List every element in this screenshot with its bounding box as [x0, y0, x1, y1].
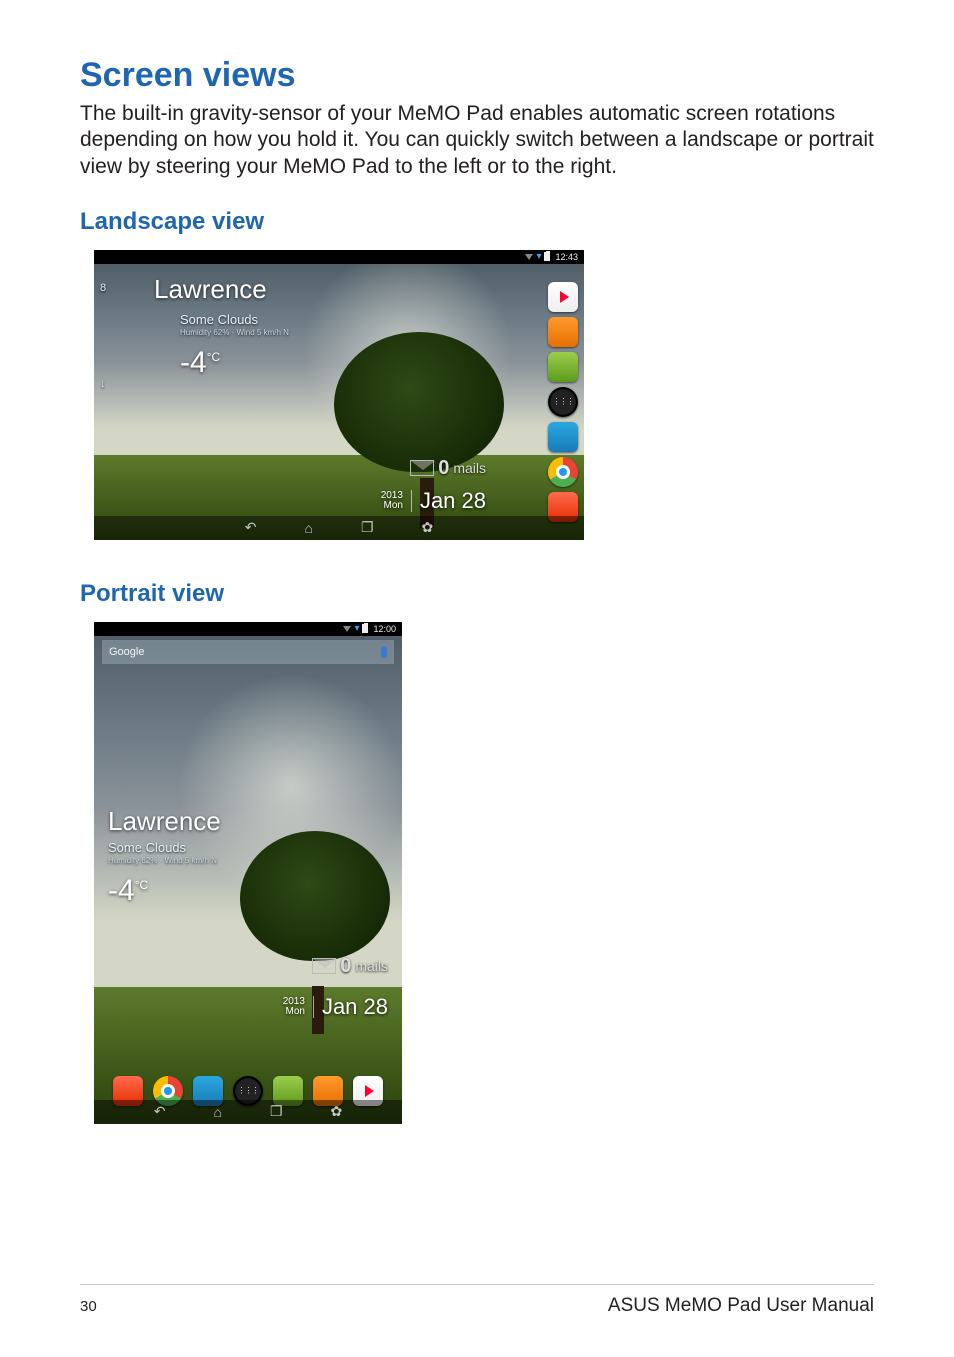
wallpaper-tree [240, 831, 390, 961]
tablet-landscape: ▾ 12:43 8 ↓ Lawrence Some Clouds Humidit… [94, 250, 584, 540]
weather-temp-value: -4 [180, 346, 207, 379]
weather-condition: Some Clouds [180, 312, 258, 327]
page-indicator-bottom: ↓ [100, 378, 106, 390]
nav-recent-icon[interactable]: ❐ [270, 1103, 283, 1120]
weather-subline: Humidity 62% · Wind 5 km/h N [108, 856, 217, 865]
nav-screenshot-icon[interactable]: ✿ [331, 1103, 343, 1120]
section-title: Screen views [80, 56, 874, 95]
mail-icon [312, 958, 336, 974]
weather-location[interactable]: Lawrence [154, 274, 267, 305]
weather-temperature: -4°C [108, 874, 148, 908]
section-body: The built-in gravity-sensor of your MeMO… [80, 101, 874, 180]
landscape-heading: Landscape view [80, 208, 874, 236]
status-time: 12:00 [373, 624, 396, 634]
nav-recent-icon[interactable]: ❐ [361, 519, 374, 536]
weather-location[interactable]: Lawrence [108, 806, 221, 837]
mail-widget[interactable]: 0 mails [410, 457, 486, 480]
portrait-heading: Portrait view [80, 580, 874, 608]
search-bar[interactable]: Google [102, 640, 394, 664]
status-bar: ▾ 12:00 [94, 622, 402, 636]
weather-condition: Some Clouds [108, 840, 186, 855]
mail-label: mails [355, 958, 388, 974]
date-dow: Mon [283, 1007, 305, 1017]
weather-temp-unit: °C [207, 350, 220, 364]
supernote-icon[interactable] [548, 352, 578, 382]
page-footer: 30 ASUS MeMO Pad User Manual [80, 1284, 874, 1317]
page-indicator: 8 ↓ [100, 282, 106, 390]
date-separator [313, 996, 314, 1018]
mail-icon [410, 460, 434, 476]
date-monthday: Jan 28 [322, 994, 388, 1020]
weather-subline: Humidity 62% · Wind 5 km/h N [180, 328, 289, 337]
nav-back-icon[interactable]: ↶ [245, 519, 257, 536]
nav-screenshot-icon[interactable]: ✿ [422, 519, 434, 536]
date-widget[interactable]: 2013 Mon Jan 28 [283, 994, 388, 1020]
status-time: 12:43 [555, 252, 578, 262]
nav-bar: ↶ ⌂ ❐ ✿ [94, 1100, 402, 1124]
wallpaper: Google Lawrence Some Clouds Humidity 62%… [94, 636, 402, 1124]
weather-temp-unit: °C [135, 878, 148, 892]
audio-wizard-icon[interactable] [548, 317, 578, 347]
mail-label: mails [453, 460, 486, 476]
mail-count: 0 [438, 457, 449, 480]
weather-temp-value: -4 [108, 874, 135, 907]
mail-widget[interactable]: 0 mails [312, 955, 388, 978]
date-monthday: Jan 28 [420, 488, 486, 514]
date-separator [411, 490, 412, 512]
play-store-icon[interactable] [548, 282, 578, 312]
gallery-icon[interactable] [548, 422, 578, 452]
wifi-icon: ▾ [536, 252, 541, 262]
tablet-portrait: ▾ 12:00 Google Lawrence Some Clouds Humi… [94, 622, 402, 1124]
wifi-icon: ▾ [354, 624, 359, 634]
nav-home-icon[interactable]: ⌂ [304, 520, 312, 536]
mail-count: 0 [340, 955, 351, 978]
all-apps-icon[interactable] [548, 387, 578, 417]
chrome-icon[interactable] [548, 457, 578, 487]
status-bar: ▾ 12:43 [94, 250, 584, 264]
nav-home-icon[interactable]: ⌂ [213, 1104, 221, 1120]
quick-launch-column [546, 282, 580, 522]
battery-icon [544, 252, 550, 261]
nav-bar: ↶ ⌂ ❐ ✿ [94, 516, 584, 540]
footer-title: ASUS MeMO Pad User Manual [608, 1295, 874, 1317]
nav-back-icon[interactable]: ↶ [154, 1103, 166, 1120]
wallpaper-tree [334, 332, 504, 472]
date-widget[interactable]: 2013 Mon Jan 28 [381, 488, 486, 514]
page-indicator-top: 8 [100, 282, 106, 294]
sd-icon [525, 254, 533, 260]
weather-temperature: -4°C [180, 346, 220, 380]
search-placeholder: Google [109, 646, 144, 658]
voice-search-icon[interactable] [381, 646, 387, 658]
page-number: 30 [80, 1298, 97, 1315]
wallpaper: 8 ↓ Lawrence Some Clouds Humidity 62% · … [94, 264, 584, 540]
battery-icon [362, 624, 368, 633]
sd-icon [343, 626, 351, 632]
date-dow: Mon [381, 501, 403, 511]
